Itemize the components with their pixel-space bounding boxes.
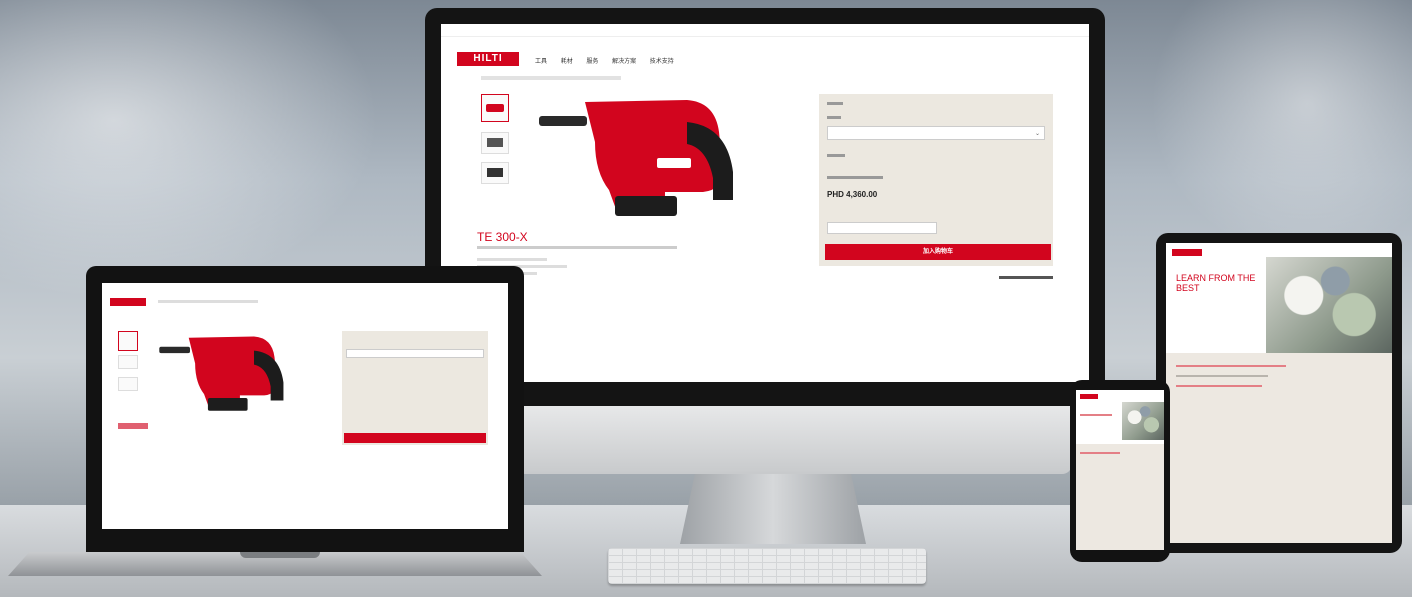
quantity-field[interactable] — [827, 222, 937, 234]
monitor-chin — [516, 406, 1072, 474]
tablet-hilti-logo[interactable] — [1172, 249, 1202, 256]
product-feature-1 — [477, 258, 547, 261]
price: PHD 4,360.00 — [827, 190, 878, 199]
hilti-logo[interactable]: HILTI — [457, 52, 519, 66]
tablet-content-section — [1166, 353, 1392, 543]
tablet-link-1[interactable] — [1176, 365, 1286, 367]
purchase-panel: ⌄ PHD 4,360.00 加入购物车 — [819, 94, 1053, 266]
tablet-screen: LEARN FROM THE BEST — [1166, 243, 1392, 543]
phone-screen — [1076, 390, 1164, 550]
laptop-product-title — [118, 423, 148, 429]
tablet-headline: LEARN FROM THE BEST — [1176, 273, 1256, 293]
laptop-thumb-1[interactable] — [118, 331, 138, 351]
background-light-right — [1150, 0, 1412, 260]
nav-item-tools[interactable]: 工具 — [535, 59, 547, 65]
laptop-nav — [158, 300, 258, 303]
phone-hilti-logo[interactable] — [1080, 394, 1098, 399]
breadcrumb — [481, 76, 621, 80]
main-nav: 工具 耗材 服务 解决方案 技术支持 — [535, 56, 686, 65]
drill-image — [539, 100, 733, 216]
laptop-thumb-3[interactable] — [118, 377, 138, 391]
panel-label-2 — [827, 116, 841, 119]
nav-item-consumables[interactable]: 耗材 — [561, 59, 573, 65]
tablet-text-1 — [1176, 375, 1268, 377]
laptop-hilti-logo[interactable] — [110, 298, 146, 306]
chevron-down-icon: ⌄ — [1034, 131, 1040, 137]
phone-content-section — [1076, 444, 1164, 550]
phone-headline — [1080, 414, 1112, 416]
laptop-purchase-panel — [342, 331, 488, 445]
nav-item-support[interactable]: 技术支持 — [650, 59, 674, 65]
nav-item-solutions[interactable]: 解决方案 — [612, 59, 636, 65]
laptop-screen — [102, 283, 508, 529]
panel-label-4 — [827, 176, 883, 179]
product-title: TE 300-X — [477, 230, 528, 244]
utility-bar — [441, 24, 1089, 37]
variant-select[interactable]: ⌄ — [827, 126, 1045, 140]
nav-item-services[interactable]: 服务 — [586, 59, 598, 65]
laptop-notch — [240, 552, 320, 558]
add-to-cart-button[interactable]: 加入购物车 — [825, 244, 1051, 260]
phone-hero-image — [1122, 402, 1164, 440]
thumbnail-3[interactable] — [481, 162, 509, 184]
tablet-link-2[interactable] — [1176, 385, 1262, 387]
monitor-screen: HILTI 工具 耗材 服务 解决方案 技术支持 TE 300-X ⌄ PHD … — [441, 24, 1089, 382]
laptop-add-to-cart-button[interactable] — [344, 433, 486, 443]
laptop-drill-image — [159, 336, 284, 411]
thumbnail-1[interactable] — [481, 94, 509, 122]
service-link[interactable] — [999, 276, 1053, 279]
phone-link-1[interactable] — [1080, 452, 1120, 454]
monitor-stand — [680, 474, 866, 544]
panel-label-3 — [827, 154, 845, 157]
laptop-variant-select[interactable] — [346, 349, 484, 358]
thumbnail-2[interactable] — [481, 132, 509, 154]
laptop-thumb-2[interactable] — [118, 355, 138, 369]
product-description — [477, 246, 677, 249]
background-light — [0, 0, 380, 300]
tablet-hero-image — [1266, 257, 1392, 353]
keyboard — [608, 548, 926, 584]
panel-label-1 — [827, 102, 843, 105]
